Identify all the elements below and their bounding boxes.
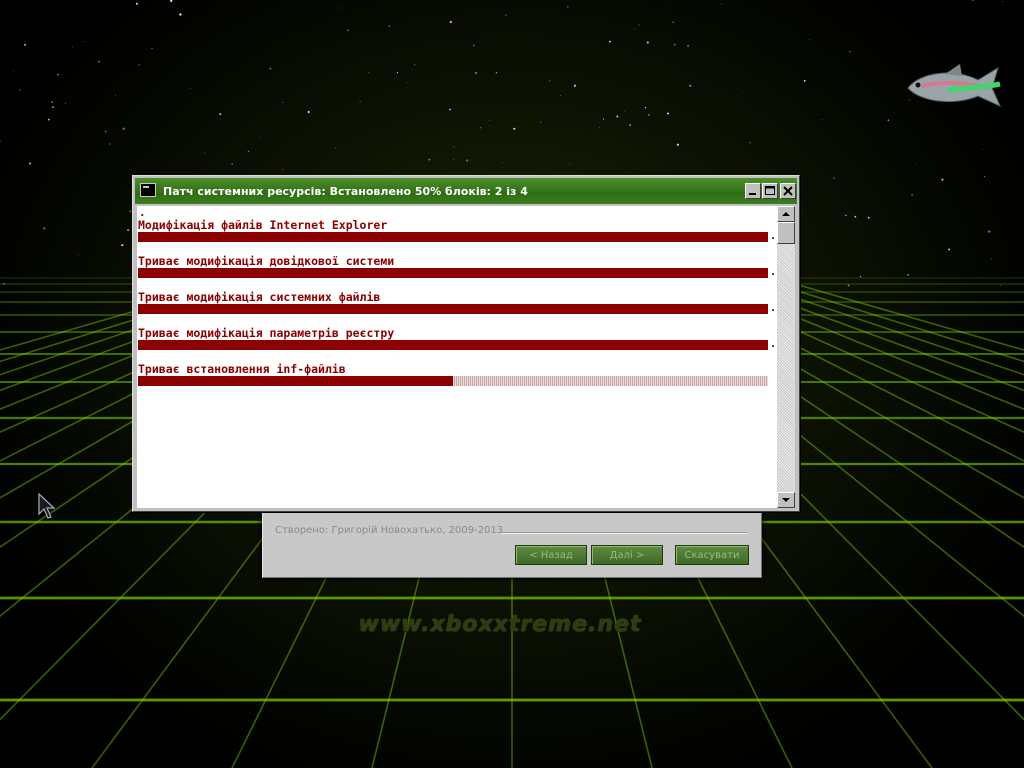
task-label: Модифікація файлів Internet Explorer (138, 218, 388, 232)
maximize-icon (765, 186, 775, 195)
task-row: Триває модифікація параметрів реєстру . (137, 326, 777, 356)
minimize-icon (749, 193, 756, 195)
task-progress-fill (138, 304, 768, 314)
task-label: Триває модифікація системних файлів (138, 290, 381, 304)
task-progress-bar (138, 268, 768, 278)
window-title: Патч системних ресурсів: Встановлено 50%… (163, 185, 528, 198)
task-progress-bar (138, 304, 768, 314)
task-row: Триває модифікація довідкової системи . (137, 254, 777, 284)
task-done-marker: . (770, 339, 777, 350)
desktop: www.xboxxtreme.net Створено: Григорій Но… (0, 0, 1024, 768)
installer-divider (501, 532, 747, 534)
back-button[interactable]: < Назад (515, 545, 587, 565)
console-window-icon[interactable] (140, 183, 156, 197)
watermark-text: www.xboxxtreme.net (358, 612, 642, 637)
task-row: Модифікація файлів Internet Explorer . (137, 218, 777, 248)
task-done-marker: . (770, 231, 777, 242)
scroll-down-button[interactable] (777, 492, 795, 508)
minimize-button[interactable] (745, 183, 761, 199)
task-progress-bar (138, 340, 768, 350)
close-button[interactable] (780, 183, 796, 199)
console-window: Патч системних ресурсів: Встановлено 50%… (132, 175, 800, 512)
scrollbar-thumb[interactable] (777, 222, 795, 244)
task-progress-fill (138, 268, 768, 278)
scroll-down-arrow-icon (782, 498, 790, 502)
title-bar[interactable]: Патч системних ресурсів: Встановлено 50%… (135, 178, 797, 204)
cancel-button[interactable]: Скасувати (675, 545, 749, 565)
next-button[interactable]: Далі > (591, 545, 663, 565)
task-done-marker: . (770, 267, 777, 278)
task-progress-bar (138, 232, 768, 242)
task-progress-bar (138, 376, 768, 386)
task-progress-fill (138, 340, 768, 350)
task-progress-fill (138, 232, 768, 242)
scroll-up-arrow-icon (782, 212, 790, 216)
task-progress-fill (138, 376, 453, 386)
task-row: Триває модифікація системних файлів . (137, 290, 777, 320)
task-done-marker: . (770, 303, 777, 314)
console-output[interactable]: . Модифікація файлів Internet Explorer .… (137, 206, 777, 508)
task-label: Триває модифікація довідкової системи (138, 254, 395, 268)
fish-icon (907, 64, 1001, 107)
task-row: Триває встановлення inf-файлів (137, 362, 777, 392)
installer-credit: Створено: Григорій Новохатько, 2009-2013 (275, 525, 504, 536)
maximize-button[interactable] (762, 183, 778, 199)
task-label: Триває модифікація параметрів реєстру (138, 326, 395, 340)
task-label: Триває встановлення inf-файлів (138, 362, 346, 376)
close-icon (783, 186, 793, 196)
scroll-up-button[interactable] (777, 206, 795, 222)
mouse-cursor-icon (38, 492, 56, 519)
vertical-scrollbar[interactable] (777, 206, 795, 508)
